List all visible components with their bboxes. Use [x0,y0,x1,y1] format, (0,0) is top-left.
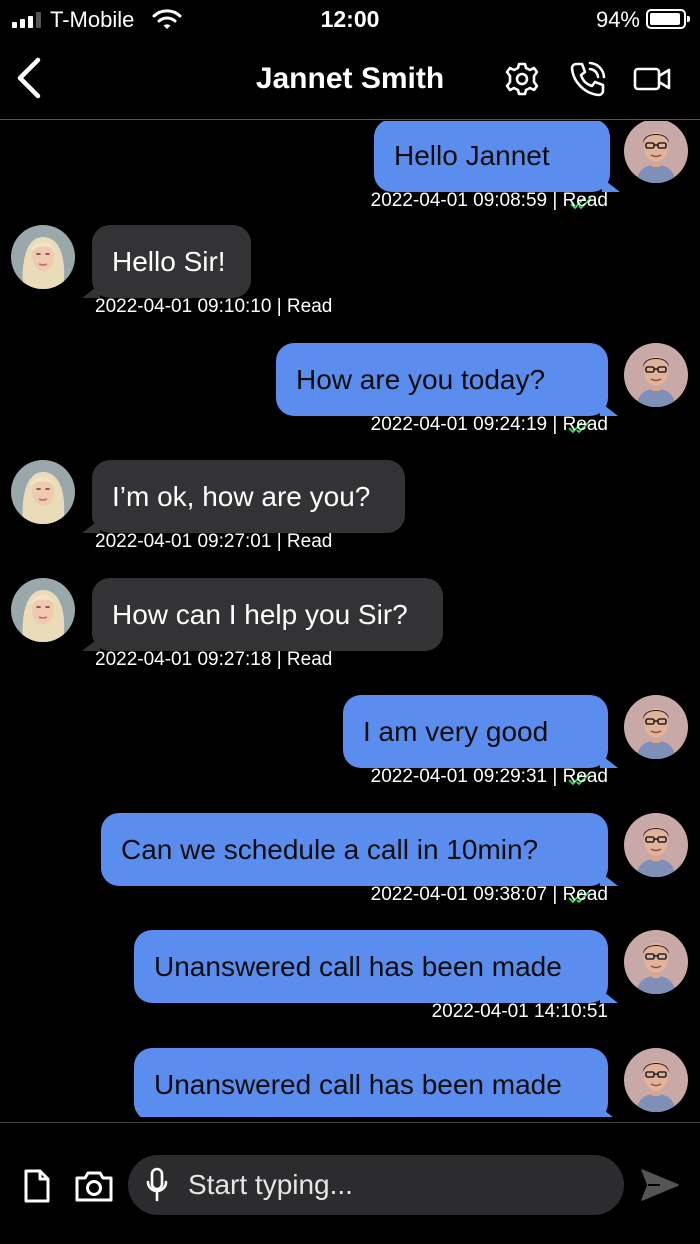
message-text: I’m ok, how are you? [112,481,371,512]
message-bubble[interactable]: Unanswered call has been made [134,1048,618,1117]
battery-percentage: 94% [595,7,640,32]
my-avatar[interactable] [624,813,688,877]
message-list[interactable]: Hello Jannet 2022-04-01 09:08:59 | Read He… [0,121,700,1117]
message-text: I am very good [363,716,549,747]
back-icon[interactable] [14,56,44,100]
chat-header: Jannet Smith [0,40,700,120]
message-input-container [128,1155,624,1215]
phone-call-icon[interactable] [569,60,607,98]
message-timestamp: 2022-04-01 09:29:31 | Read [370,766,608,787]
battery-icon [646,9,690,29]
read-receipt-icon [568,388,594,434]
message-text: Hello Sir! [112,246,226,277]
contact-avatar[interactable] [11,578,75,642]
message-text: Hello Jannet [394,140,550,171]
message-timestamp: 2022-04-01 14:10:51 [431,1001,608,1022]
read-receipt-icon [568,740,594,786]
message-bubble[interactable]: How are you today? [276,343,618,434]
message-timestamp: 2022-04-01 09:08:59 | Read [370,190,608,211]
contact-avatar[interactable] [11,225,75,289]
my-avatar[interactable] [624,1048,688,1112]
microphone-icon[interactable] [146,1167,168,1203]
message-text: Can we schedule a call in 10min? [121,834,539,865]
message-input[interactable] [188,1155,608,1215]
message-bubble[interactable]: How can I help you Sir? [82,578,443,651]
message-bubble[interactable]: Unanswered call has been made [134,930,618,1003]
message-text: How can I help you Sir? [112,599,408,630]
read-receipt-icon [570,164,596,210]
status-bar: T-Mobile 12:00 94% [0,0,700,40]
send-icon[interactable] [640,1167,680,1203]
message-text: How are you today? [296,364,546,395]
read-receipt-icon [568,858,594,904]
camera-icon[interactable] [74,1169,114,1203]
gear-icon[interactable] [503,60,541,98]
my-avatar[interactable] [624,695,688,759]
message-bubble[interactable]: Hello Jannet [374,121,620,210]
message-timestamp: 2022-04-01 09:10:10 | Read [95,296,333,317]
message-composer [0,1122,700,1244]
message-bubble[interactable]: Can we schedule a call in 10min? [101,813,618,904]
message-timestamp: 2022-04-01 09:24:19 | Read [370,414,608,435]
message-timestamp: 2022-04-01 09:27:01 | Read [95,531,333,552]
message-bubble[interactable]: Hello Sir! [82,225,251,298]
contact-avatar[interactable] [11,460,75,524]
message-timestamp: 2022-04-01 09:38:07 | Read [370,884,608,905]
message-timestamp: 2022-04-01 09:27:18 | Read [95,649,333,670]
video-icon[interactable] [633,60,671,98]
my-avatar[interactable] [624,343,688,407]
my-avatar[interactable] [624,930,688,994]
file-icon[interactable] [22,1169,52,1203]
message-bubble[interactable]: I am very good [343,695,618,786]
message-bubble[interactable]: I’m ok, how are you? [82,460,405,533]
message-text: Unanswered call has been made [154,1069,562,1100]
message-text: Unanswered call has been made [154,951,562,982]
my-avatar[interactable] [624,121,688,183]
